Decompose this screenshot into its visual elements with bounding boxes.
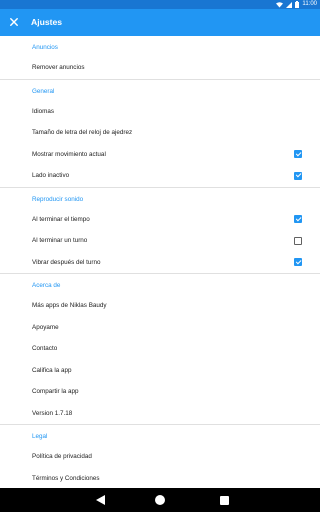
setting-sound-turn-end[interactable]: Al terminar un turno [0,230,320,252]
setting-sound-time-end[interactable]: Al terminar el tiempo [0,209,320,231]
setting-support-me[interactable]: Apoyame [0,317,320,339]
checkbox-checked[interactable] [294,215,302,223]
setting-show-current-move[interactable]: Mostrar movimiento actual [0,144,320,166]
close-button[interactable] [6,14,22,30]
setting-label: Al terminar un turno [32,237,88,244]
category-header-sound: Reproducir sonido [32,195,84,203]
category-header-about: Acerca de [32,282,61,289]
setting-label: Mostrar movimiento actual [32,150,106,158]
category-header-legal: Legal [32,433,48,440]
setting-label: Remover anuncios [32,64,85,71]
setting-label: Idiomas [32,107,55,115]
toolbar: Ajustes [0,9,320,36]
setting-contact[interactable]: Contacto [0,338,320,360]
setting-label: Lado inactivo [32,172,70,179]
status-time: 11:00 [302,1,317,7]
setting-label: Version 1.7.18 [32,409,73,417]
setting-label: Compartir la app [32,388,79,395]
status-bar: 11:00 [0,0,320,9]
page-title: Ajustes [31,17,63,27]
setting-label: Más apps de Niklas Baudy [32,302,107,309]
checkbox-checked[interactable] [294,150,302,158]
settings-list[interactable]: Anuncios Remover anuncios General Idioma… [0,36,320,488]
setting-remove-ads[interactable]: Remover anuncios [0,57,320,79]
setting-terms[interactable]: Términos y Condiciones [0,468,320,489]
checkbox-unchecked[interactable] [294,236,302,245]
signal-icon [286,1,293,8]
setting-label: Contacto [32,345,58,352]
category-header-ads: Anuncios [32,44,58,51]
setting-label: Apoyame [32,323,59,331]
checkbox-checked[interactable] [294,171,302,180]
battery-icon [295,1,300,8]
home-icon[interactable] [155,495,165,505]
navigation-bar [0,488,320,512]
back-icon[interactable] [96,495,106,505]
setting-share-app[interactable]: Compartir la app [0,381,320,403]
setting-languages[interactable]: Idiomas [0,101,320,123]
setting-rate-app[interactable]: Califica la app [0,360,320,382]
setting-clock-font-size[interactable]: Tamaño de letra del reloj de ajedrez [0,122,320,144]
setting-label: Términos y Condiciones [32,474,100,482]
setting-label: Tamaño de letra del reloj de ajedrez [32,129,133,136]
status-icons: 11:00 [276,0,317,9]
setting-label: Política de privacidad [32,453,92,460]
setting-label: Al terminar el tiempo [32,215,90,223]
setting-privacy-policy[interactable]: Política de privacidad [0,446,320,468]
setting-inactive-side[interactable]: Lado inactivo [0,165,320,187]
category-header-general: General [32,87,55,95]
close-icon [10,18,18,26]
wifi-icon [276,1,284,7]
setting-label: Califica la app [32,366,72,374]
setting-label: Vibrar después del turno [32,258,101,266]
setting-more-apps[interactable]: Más apps de Niklas Baudy [0,295,320,317]
setting-version[interactable]: Version 1.7.18 [0,403,320,425]
checkbox-checked[interactable] [294,258,302,266]
setting-vibrate-after-turn[interactable]: Vibrar después del turno [0,252,320,274]
recents-icon[interactable] [220,495,229,505]
